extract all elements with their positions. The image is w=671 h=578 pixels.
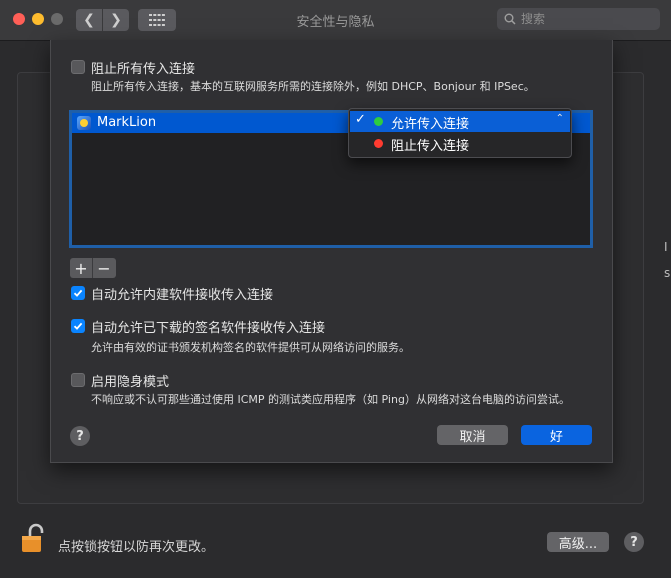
unlocked-lock-icon[interactable] (21, 523, 47, 553)
app-name: MarkLion (97, 115, 157, 130)
menu-item-allow[interactable]: ✓ 允许传入连接 ⌃ (350, 111, 570, 132)
up-down-arrows-icon: ⌃ (555, 113, 564, 124)
cancel-button[interactable]: 取消 (437, 425, 508, 445)
connection-status-menu[interactable]: ✓ 允许传入连接 ⌃ 阻止传入连接 (348, 108, 572, 158)
checkmark-icon: ✓ (355, 112, 366, 127)
remove-app-button[interactable]: − (93, 258, 115, 278)
auto-signed-label: 自动允许已下载的签名软件接收传入连接 (91, 321, 326, 336)
clipped-text: s (664, 266, 671, 280)
auto-signed-checkbox[interactable] (71, 319, 85, 333)
red-dot-icon (374, 139, 383, 148)
help-button[interactable]: ? (70, 426, 90, 446)
firewall-options-sheet: 阻止所有传入连接 阻止所有传入连接，基本的互联网服务所需的连接除外，例如 DHC… (50, 40, 613, 463)
stealth-mode-label: 启用隐身模式 (91, 375, 170, 390)
green-dot-icon (374, 117, 383, 126)
add-app-button[interactable]: + (70, 258, 92, 278)
advanced-button[interactable]: 高级... (547, 532, 609, 552)
help-button[interactable]: ? (624, 532, 644, 552)
checkmark-icon (73, 322, 83, 330)
auto-signed-description: 允许由有效的证书颁发机构签名的软件提供可从网络访问的服务。 (91, 341, 410, 354)
auto-builtin-checkbox[interactable] (71, 286, 85, 300)
auto-builtin-label: 自动允许内建软件接收传入连接 (91, 288, 274, 303)
marklion-app-icon (77, 116, 91, 130)
search-input[interactable] (521, 12, 651, 26)
block-all-checkbox[interactable] (71, 60, 85, 74)
menu-item-label: 阻止传入连接 (391, 139, 470, 154)
search-icon (504, 13, 516, 25)
menu-item-block[interactable]: 阻止传入连接 (350, 133, 570, 154)
title-bar: ❮ ❯ 安全性与隐私 (0, 0, 671, 41)
lock-hint-text: 点按锁按钮以防再次更改。 (58, 540, 215, 555)
block-all-description: 阻止所有传入连接，基本的互联网服务所需的连接除外，例如 DHCP、Bonjour… (91, 80, 535, 93)
search-box[interactable] (497, 8, 660, 30)
checkmark-icon (73, 289, 83, 297)
add-remove-control: + − (70, 258, 116, 278)
ok-button[interactable]: 好 (521, 425, 592, 445)
clipped-text: I (664, 240, 668, 254)
block-all-label: 阻止所有传入连接 (91, 62, 196, 77)
stealth-mode-description: 不响应或不认可那些通过使用 ICMP 的测试类应用程序（如 Ping）从网络对这… (91, 393, 570, 406)
menu-item-label: 允许传入连接 (391, 117, 470, 132)
stealth-mode-checkbox[interactable] (71, 373, 85, 387)
